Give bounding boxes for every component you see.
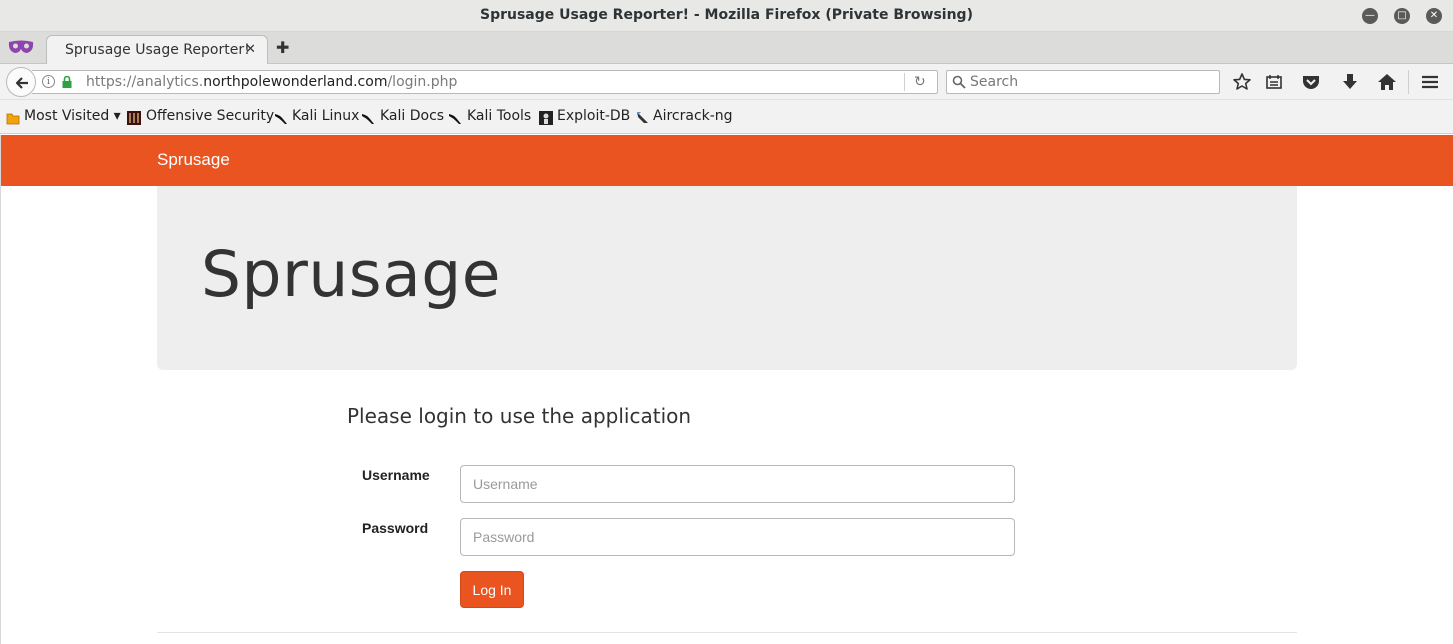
bookmark-aircrack-ng[interactable]: Aircrack-ng — [653, 108, 733, 124]
offsec-icon — [127, 111, 141, 125]
close-icon: ✕ — [1429, 10, 1439, 21]
pocket-icon[interactable] — [1301, 72, 1321, 92]
download-icon[interactable] — [1340, 72, 1360, 92]
bookmark-kali-docs[interactable]: Kali Docs — [380, 108, 444, 124]
aircrack-icon — [637, 112, 648, 123]
reading-list-icon[interactable] — [1264, 72, 1284, 92]
lock-icon — [62, 76, 72, 88]
minimize-button[interactable]: — — [1362, 8, 1378, 24]
url-divider — [904, 73, 905, 91]
jumbotron-title: Sprusage — [201, 238, 501, 311]
kali-dragon-icon — [362, 114, 374, 124]
url-text[interactable]: https://analytics.northpolewonderland.co… — [86, 74, 457, 90]
url-prefix: https://analytics. — [86, 74, 204, 90]
bookmark-kali-tools[interactable]: Kali Tools — [467, 108, 531, 124]
url-path: /login.php — [387, 74, 458, 90]
password-label: Password — [362, 520, 429, 536]
login-button[interactable]: Log In — [460, 571, 524, 608]
new-tab-icon[interactable]: ✚ — [276, 38, 289, 57]
home-icon[interactable] — [1377, 72, 1397, 92]
folder-icon — [6, 113, 20, 125]
jumbotron: Sprusage — [157, 186, 1297, 370]
navbar-brand[interactable]: Sprusage — [157, 150, 230, 170]
reload-icon[interactable]: ↻ — [914, 74, 926, 90]
url-host: northpolewonderland.com — [203, 74, 388, 90]
username-input[interactable] — [460, 465, 1015, 503]
kali-dragon-icon — [449, 114, 461, 124]
navigation-toolbar: i https://analytics.northpolewonderland.… — [0, 64, 1453, 100]
app-navbar: Sprusage — [1, 135, 1453, 186]
url-bar[interactable]: i https://analytics.northpolewonderland.… — [32, 70, 938, 94]
tab-sprusage[interactable]: Sprusage Usage Reporter! ✕ — [46, 35, 268, 65]
page-viewport: Sprusage Sprusage Please login to use th… — [0, 135, 1453, 644]
tab-close-icon[interactable]: ✕ — [245, 42, 256, 57]
search-placeholder: Search — [970, 74, 1019, 90]
tab-label: Sprusage Usage Reporter! — [65, 42, 250, 58]
username-label: Username — [362, 467, 430, 483]
maximize-button[interactable]: □ — [1394, 8, 1410, 24]
back-button[interactable] — [6, 67, 36, 97]
bookmark-star-icon[interactable] — [1232, 72, 1252, 92]
search-icon — [952, 75, 966, 89]
minimize-icon: — — [1365, 10, 1375, 21]
kali-dragon-icon — [275, 114, 287, 124]
window-title: Sprusage Usage Reporter! - Mozilla Firef… — [480, 7, 973, 23]
private-browsing-mask-icon — [8, 40, 34, 53]
maximize-icon: □ — [1397, 10, 1407, 21]
divider — [157, 632, 1297, 633]
toolbar-divider — [1408, 70, 1409, 94]
tab-strip: Sprusage Usage Reporter! ✕ ✚ — [0, 32, 1453, 65]
bookmark-exploit-db[interactable]: Exploit-DB — [557, 108, 630, 124]
search-bar[interactable]: Search — [946, 70, 1220, 94]
back-arrow-icon — [15, 77, 28, 89]
hamburger-menu-icon[interactable] — [1420, 72, 1440, 92]
site-info-icon[interactable]: i — [42, 75, 55, 88]
password-input[interactable] — [460, 518, 1015, 556]
bookmarks-toolbar: Most Visited ▾ Offensive Security Kali L… — [0, 100, 1453, 134]
login-heading: Please login to use the application — [347, 404, 692, 428]
close-window-button[interactable]: ✕ — [1426, 8, 1442, 24]
bookmark-most-visited[interactable]: Most Visited ▾ — [24, 108, 121, 124]
bookmark-offensive-security[interactable]: Offensive Security — [146, 108, 274, 124]
window-titlebar: Sprusage Usage Reporter! - Mozilla Firef… — [0, 0, 1453, 32]
bookmark-kali-linux[interactable]: Kali Linux — [292, 108, 359, 124]
exploitdb-icon — [539, 111, 553, 125]
